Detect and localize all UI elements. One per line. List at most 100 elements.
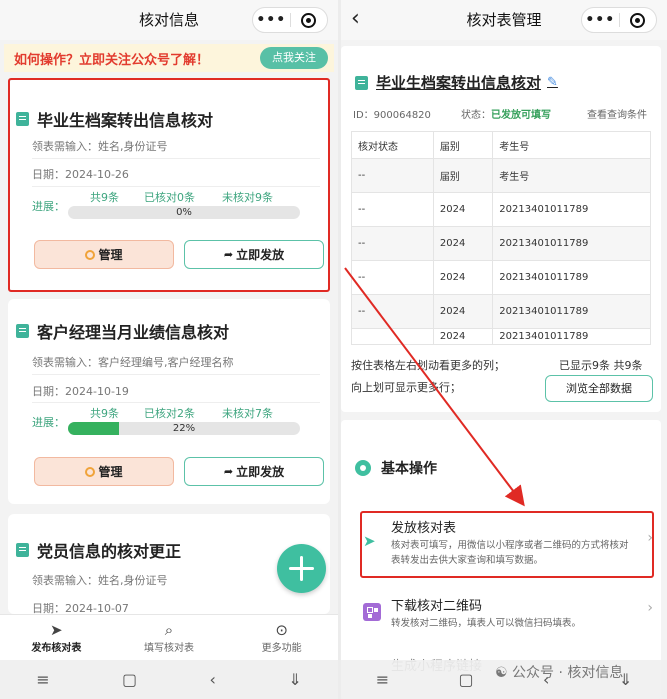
table-cell: -- — [351, 226, 434, 261]
tab-publish[interactable]: ➤ 发布核对表 — [0, 615, 113, 660]
column-header: 届别 — [432, 131, 494, 159]
card-fields: 领表需输入：客户经理编号,客户经理名称 — [32, 356, 234, 369]
table-cell: -- — [351, 158, 434, 193]
share-arrow-icon: ➦ — [223, 465, 234, 478]
check-card[interactable]: 客户经理当月业绩信息核对 领表需输入：客户经理编号,客户经理名称 日期：2024… — [8, 299, 330, 504]
tab-more[interactable]: ⊙ 更多功能 — [225, 615, 338, 660]
card-fields: 领表需输入：姓名,身份证号 — [32, 574, 168, 587]
document-icon — [355, 75, 368, 90]
follow-button[interactable]: 点我关注 — [260, 47, 328, 69]
qr-code-icon — [363, 603, 381, 621]
card-title: 客户经理当月业绩信息核对 — [16, 319, 229, 343]
add-fab-button[interactable] — [277, 544, 326, 593]
table-cell: 2024 — [432, 192, 494, 227]
view-conditions-link[interactable]: 查看查询条件 — [587, 106, 647, 121]
search-icon: ⌕ — [164, 621, 174, 639]
card-date: 日期：2024-10-19 — [32, 385, 129, 398]
card-title: 党员信息的核对更正 — [16, 538, 181, 562]
stat-unchecked: 未核对7条 — [222, 407, 273, 420]
sheet-id: ID：900064820 — [353, 110, 431, 121]
back-icon[interactable]: ‹ — [210, 670, 216, 689]
table-cell: -- — [351, 260, 434, 295]
back-chevron-icon[interactable]: ‹ — [351, 0, 360, 38]
table-row: -- 2024 20213401011789 — [351, 294, 651, 329]
chevron-right-icon: › — [647, 600, 653, 616]
tab-label: 更多功能 — [261, 643, 302, 654]
send-now-button[interactable]: ➦ 立即发放 — [184, 457, 324, 486]
table-row: -- 2024 20213401011789 — [351, 192, 651, 227]
stat-total: 共9条 — [90, 407, 119, 420]
send-icon: ➤ — [50, 621, 63, 639]
table-cell — [351, 328, 434, 345]
status-label: 状态： — [461, 110, 491, 121]
close-target-button[interactable] — [290, 12, 327, 28]
table-cell: -- — [351, 192, 434, 227]
mini-program-capsule[interactable]: ••• — [252, 7, 328, 33]
gear-icon — [85, 466, 96, 477]
target-icon — [301, 12, 317, 28]
tab-fill[interactable]: ⌕ 填写核对表 — [113, 615, 226, 660]
manage-label: 管理 — [98, 465, 123, 479]
status-value: 已发放可填写 — [491, 110, 551, 121]
scroll-hint-horizontal: 按住表格左右划动看更多的列； — [351, 359, 505, 372]
table-cell: 考生号 — [492, 158, 651, 193]
divider — [32, 374, 320, 375]
row-count: 已显示9条 共9条 — [559, 359, 643, 372]
more-dots-icon[interactable]: ••• — [582, 8, 619, 32]
left-screen: 核对信息 ••• 如何操作？立即关注公众号了解！ 点我关注 毕业生档案转出信息核… — [0, 0, 338, 699]
tab-label: 发布核对表 — [31, 643, 82, 654]
edit-icon[interactable]: ✎ — [547, 75, 558, 90]
more-dots-icon[interactable]: ••• — [253, 8, 290, 32]
data-table[interactable]: 核对状态 届别 考生号 -- 届别 考生号 -- 2024 20213401011789… — [351, 131, 651, 345]
table-row: -- 2024 20213401011789 — [351, 226, 651, 261]
target-icon — [630, 12, 646, 28]
right-screen: 核对表管理 ‹ ••• 毕业生档案转出信息核对 ✎ ID：900064820 状态… — [341, 0, 667, 699]
column-header: 核对状态 — [351, 131, 434, 159]
document-icon — [16, 543, 29, 557]
card-title-text: 客户经理当月业绩信息核对 — [37, 323, 230, 342]
highlight-box — [8, 78, 330, 292]
table-cell: 届别 — [432, 158, 494, 193]
home-icon[interactable]: ▢ — [459, 670, 474, 689]
close-target-button[interactable] — [619, 12, 656, 28]
follow-banner: 如何操作？立即关注公众号了解！ 点我关注 — [4, 44, 334, 72]
system-navbar: ≡ ▢ ‹ ⇓ — [0, 660, 338, 699]
wechat-icon: ☯ — [495, 665, 513, 681]
table-header: 核对状态 届别 考生号 — [351, 131, 651, 159]
table-cell: 2024 — [432, 328, 494, 345]
table-cell: 2024 — [432, 260, 494, 295]
settings-flower-icon — [355, 460, 371, 476]
send-label: 立即发放 — [236, 465, 285, 479]
table-cell: 20213401011789 — [492, 192, 651, 227]
menu-icon[interactable]: ≡ — [36, 670, 49, 689]
download-icon[interactable]: ⇓ — [288, 670, 301, 689]
menu-icon[interactable]: ≡ — [376, 670, 389, 689]
scroll-hint-vertical: 向上划可显示更多行； — [351, 381, 461, 394]
mini-program-capsule[interactable]: ••• — [581, 7, 657, 33]
table-cell: 2024 — [432, 294, 494, 329]
table-cell: 20213401011789 — [492, 328, 651, 345]
op-title: 下载核对二维码 — [391, 599, 483, 614]
section-title: 基本操作 — [355, 458, 437, 478]
table-cell: 20213401011789 — [492, 226, 651, 261]
document-icon — [16, 324, 29, 338]
sheet-title-text: 毕业生档案转出信息核对 — [376, 74, 542, 92]
table-cell: 2024 — [432, 226, 494, 261]
progress-bar: 22% — [68, 422, 300, 435]
table-row: -- 届别 考生号 — [351, 158, 651, 193]
table-cell: 20213401011789 — [492, 260, 651, 295]
tab-label: 填写核对表 — [144, 643, 194, 654]
table-row: -- 2024 20213401011789 — [351, 260, 651, 295]
table-cell: -- — [351, 294, 434, 329]
table-row: 2024 20213401011789 — [351, 328, 651, 345]
browse-all-button[interactable]: 浏览全部数据 — [545, 375, 653, 402]
progress-text: 22% — [172, 423, 196, 434]
sheet-title[interactable]: 毕业生档案转出信息核对 ✎ — [355, 72, 558, 93]
bottom-tabbar: ➤ 发布核对表 ⌕ 填写核对表 ⊙ 更多功能 — [0, 614, 338, 660]
manage-button[interactable]: 管理 — [34, 457, 174, 486]
table-cell: 20213401011789 — [492, 294, 651, 329]
sheet-status: 状态：已发放可填写 — [461, 106, 551, 121]
section-title-text: 基本操作 — [381, 461, 437, 477]
sheet-card: 毕业生档案转出信息核对 ✎ ID：900064820 状态：已发放可填写 查看查询… — [341, 46, 661, 412]
home-icon[interactable]: ▢ — [122, 670, 137, 689]
